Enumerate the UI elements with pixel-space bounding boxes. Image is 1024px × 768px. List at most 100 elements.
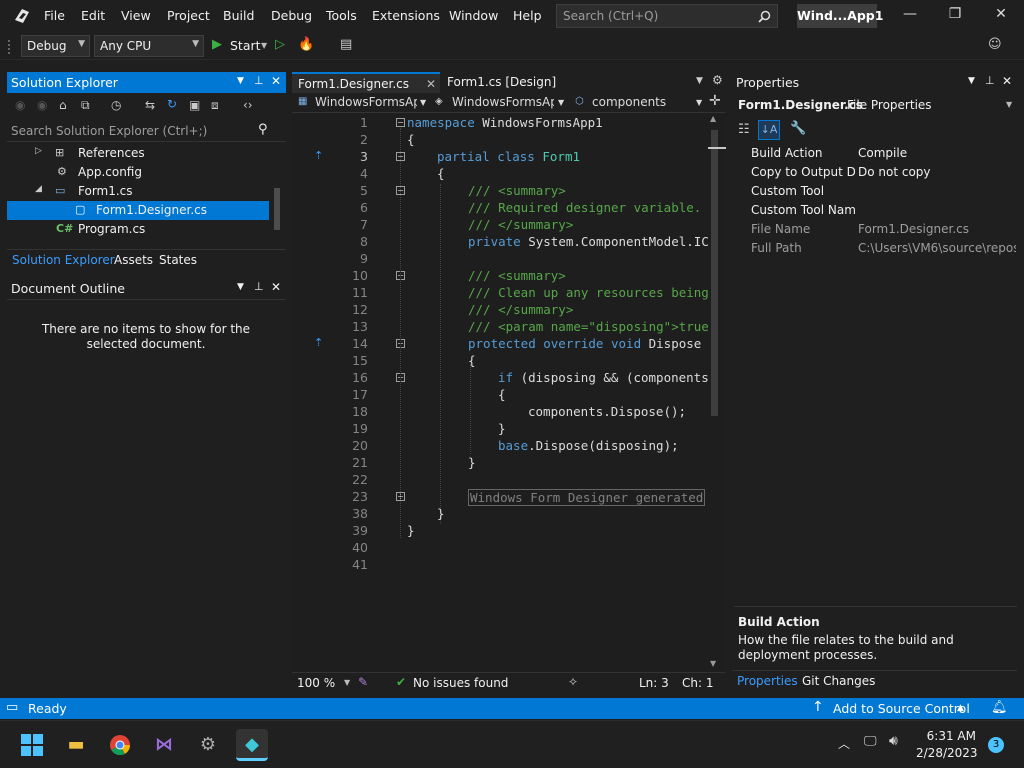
back-icon[interactable]: ◉: [15, 98, 25, 112]
solution-explorer-search[interactable]: Search Solution Explorer (Ctrl+;) ⚲: [7, 120, 286, 142]
scroll-down-icon[interactable]: ▼: [710, 659, 716, 668]
blend-app-icon[interactable]: ◆: [236, 729, 268, 761]
forward-icon[interactable]: ◉: [37, 98, 47, 112]
output-icon[interactable]: ▭: [6, 700, 18, 715]
brush-icon[interactable]: ✎: [358, 675, 368, 689]
property-row-copy-to-output[interactable]: Copy to Output Dir Do not copy: [734, 163, 1016, 182]
alphabetical-icon[interactable]: ↓A: [758, 120, 780, 140]
menu-view[interactable]: View: [121, 8, 151, 23]
close-icon[interactable]: ✕: [1002, 74, 1012, 88]
property-row-file-name[interactable]: File Name Form1.Designer.cs: [734, 220, 1016, 239]
pending-changes-icon[interactable]: ◷: [111, 98, 121, 112]
collapsed-region[interactable]: Windows Form Designer generated: [468, 489, 706, 506]
tree-item-app-config[interactable]: ⚙ App.config: [7, 163, 269, 182]
menu-edit[interactable]: Edit: [81, 8, 105, 23]
issues-status[interactable]: No issues found: [413, 676, 508, 690]
property-value[interactable]: C:\Users\VM6\source\repos\V: [858, 241, 1016, 255]
property-value[interactable]: Do not copy: [858, 165, 1016, 179]
chevron-right-icon[interactable]: ▷: [35, 146, 42, 156]
property-row-custom-tool-name[interactable]: Custom Tool Name: [734, 201, 1016, 220]
fold-collapse-icon[interactable]: −: [396, 118, 405, 127]
pin-icon[interactable]: ⊥: [985, 74, 995, 87]
visual-studio-icon[interactable]: ⋈: [148, 729, 180, 761]
sync-icon[interactable]: ⇆: [145, 98, 155, 112]
tab-git-changes[interactable]: Git Changes: [802, 674, 875, 688]
split-icon[interactable]: ✛: [709, 93, 721, 109]
chevron-down-icon[interactable]: ▼: [237, 76, 244, 86]
home-icon[interactable]: ⌂: [59, 98, 67, 112]
property-value[interactable]: Form1.Designer.cs: [858, 222, 1016, 236]
show-all-files-icon[interactable]: ⧈: [211, 98, 219, 113]
pin-icon[interactable]: ⊥: [254, 74, 264, 87]
override-icon[interactable]: ⇡: [314, 336, 323, 349]
hot-reload-icon[interactable]: 🔥: [298, 37, 314, 52]
refresh-icon[interactable]: ↻: [167, 97, 177, 111]
search-icon[interactable]: ⚲: [258, 122, 268, 137]
clock-date[interactable]: 2/28/2023: [916, 746, 978, 760]
platform-select[interactable]: Any CPU ▼: [94, 35, 204, 57]
scroll-up-icon[interactable]: ▲: [710, 114, 716, 123]
zoom-dropdown[interactable]: 100 % ▼: [294, 674, 354, 691]
code-icon[interactable]: ‹›: [243, 98, 253, 112]
tab-form1-design[interactable]: Form1.cs [Design]: [441, 72, 581, 93]
start-dropdown-icon[interactable]: ▼: [261, 41, 267, 50]
settings-gear-icon[interactable]: ⚙: [192, 729, 224, 761]
chrome-icon[interactable]: [104, 729, 136, 761]
menu-window[interactable]: Window: [449, 8, 498, 23]
add-to-source-control-button[interactable]: Add to Source Control: [833, 701, 970, 716]
implements-icon[interactable]: ⇡: [314, 149, 323, 162]
tab-states[interactable]: States: [159, 253, 197, 267]
clock-time[interactable]: 6:31 AM: [920, 729, 976, 743]
start-button[interactable]: Start: [230, 38, 261, 53]
property-row-full-path[interactable]: Full Path C:\Users\VM6\source\repos\V: [734, 239, 1016, 258]
chevron-down-icon[interactable]: ▼: [968, 76, 975, 86]
tab-properties[interactable]: Properties: [737, 674, 798, 688]
tree-item-form1-designer[interactable]: ▢ Form1.Designer.cs: [7, 201, 269, 220]
close-icon[interactable]: ✕: [271, 74, 281, 88]
file-explorer-icon[interactable]: ▬: [60, 729, 92, 761]
maximize-icon[interactable]: ❐: [940, 6, 970, 26]
search-input[interactable]: Search (Ctrl+Q): [556, 4, 778, 28]
collapse-all-icon[interactable]: ▣: [189, 98, 200, 112]
property-row-custom-tool[interactable]: Custom Tool: [734, 182, 1016, 201]
solution-title-badge[interactable]: Wind...App1: [797, 4, 883, 28]
tab-form1-designer[interactable]: Form1.Designer.cs ✕: [292, 72, 440, 93]
close-icon[interactable]: ✕: [986, 6, 1016, 26]
menu-project[interactable]: Project: [167, 8, 210, 23]
tab-list-icon[interactable]: ▼: [696, 76, 703, 86]
start-icon[interactable]: ▶: [212, 37, 222, 52]
tree-item-references[interactable]: ▷ ⊞ References: [7, 144, 269, 163]
menu-help[interactable]: Help: [513, 8, 542, 23]
switch-views-icon[interactable]: ⧉: [81, 98, 90, 113]
tree-scrollbar[interactable]: [273, 144, 281, 240]
code-editor[interactable]: 1 2 3 4 5 6 7 8 9 10 11 12 13 14 15 16 1…: [292, 114, 726, 672]
tab-solution-explorer[interactable]: Solution Explorer: [12, 253, 115, 267]
gear-icon[interactable]: ⚙: [712, 73, 723, 87]
layout-icon[interactable]: ▤: [340, 37, 352, 52]
class-nav-dropdown[interactable]: ◈ WindowsFormsApp ▼: [432, 93, 568, 112]
vs-logo-icon[interactable]: [12, 6, 32, 26]
properties-header[interactable]: Properties ▼ ⊥ ✕: [732, 72, 1017, 93]
menu-file[interactable]: File: [44, 8, 65, 23]
start-without-debug-icon[interactable]: ▷: [275, 37, 285, 52]
member-nav-dropdown[interactable]: ⬡ components ▼: [572, 93, 704, 112]
notification-badge[interactable]: 3: [988, 737, 1004, 753]
tree-item-form1[interactable]: ◢ ▭ Form1.cs: [7, 182, 269, 201]
code-cleanup-icon[interactable]: ✧: [568, 675, 578, 689]
minimize-icon[interactable]: —: [895, 6, 925, 26]
notification-bell-icon[interactable]: 🔔︎: [991, 700, 1008, 715]
solution-explorer-header[interactable]: Solution Explorer ▼ ⊥ ✕: [7, 72, 286, 93]
volume-icon[interactable]: 🔊︎: [889, 733, 898, 749]
menu-debug[interactable]: Debug: [271, 8, 312, 23]
network-icon[interactable]: 🖵: [864, 734, 877, 749]
scrollbar-thumb[interactable]: [711, 130, 718, 416]
pin-icon[interactable]: ⊥: [254, 280, 264, 293]
menu-extensions[interactable]: Extensions: [372, 8, 440, 23]
editor-scrollbar[interactable]: ▲ ▼: [708, 114, 726, 672]
chevron-down-icon[interactable]: ◢: [35, 184, 42, 194]
property-pages-icon[interactable]: 🔧: [790, 121, 806, 136]
property-row-build-action[interactable]: Build Action Compile: [734, 144, 1016, 163]
tab-assets[interactable]: Assets: [114, 253, 153, 267]
close-icon[interactable]: ✕: [271, 280, 281, 294]
property-value[interactable]: Compile: [858, 146, 1016, 160]
